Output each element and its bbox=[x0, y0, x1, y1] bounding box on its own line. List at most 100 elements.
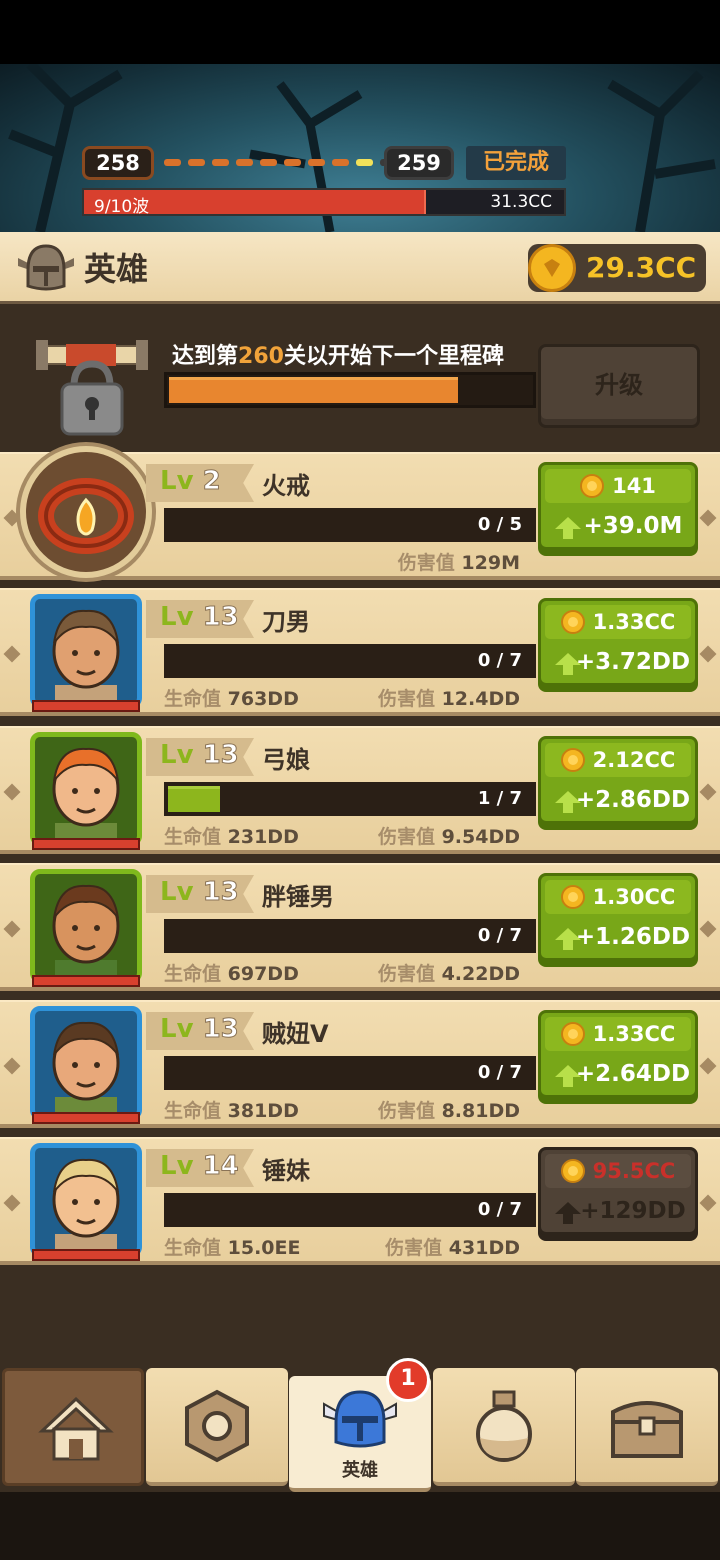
wave-dot bbox=[284, 159, 301, 166]
upgrade-gain: +3.72DD bbox=[575, 649, 691, 675]
hero-hp: 生命值 763DD bbox=[164, 688, 299, 710]
wave-dot bbox=[308, 159, 325, 166]
hero-level-progress-bar: 0 / 7 bbox=[164, 1193, 536, 1227]
upgrade-gain: +2.64DD bbox=[575, 1061, 691, 1087]
milestone-panel: 达到第260关以开始下一个里程碑 升级 bbox=[0, 308, 720, 448]
fire-ring-icon bbox=[38, 478, 134, 554]
hero-level-progress-bar: 0 / 7 bbox=[164, 919, 536, 953]
tab-chest[interactable] bbox=[576, 1368, 718, 1486]
wave-reward: 31.3CC bbox=[490, 192, 552, 212]
hero-portrait[interactable] bbox=[30, 869, 142, 983]
hero-portrait[interactable] bbox=[30, 1006, 142, 1120]
helmet-icon bbox=[323, 1390, 397, 1448]
stage-status-label[interactable]: 已完成 bbox=[466, 146, 566, 180]
stage-banner: 258 259 已完成 9/10波 31.3CC bbox=[0, 64, 720, 232]
hero-upgrade-button[interactable]: 1.30CC +1.26DD bbox=[538, 873, 698, 961]
upgrade-cost: 2.12CC bbox=[545, 743, 691, 777]
hero-hp: 生命值 381DD bbox=[164, 1100, 299, 1122]
hero-row[interactable]: Lv 13 贼妞V 0 / 7 生命值 381DD 伤害值 8.81DD 1.3… bbox=[0, 1000, 720, 1128]
hero-damage: 伤害值 9.54DD bbox=[377, 826, 520, 848]
wave-dot bbox=[188, 159, 205, 166]
tab-home[interactable] bbox=[2, 1368, 144, 1486]
hero-level-progress-bar: 0 / 5 bbox=[164, 508, 536, 542]
hero-level-progress-bar: 0 / 7 bbox=[164, 644, 536, 678]
notification-badge: 1 bbox=[386, 1358, 430, 1402]
milestone-progress-fill bbox=[169, 377, 458, 403]
settings-nut-icon bbox=[185, 1389, 249, 1463]
upgrade-cost: 1.33CC bbox=[545, 605, 691, 639]
current-stage-number: 258 bbox=[82, 146, 154, 180]
potion-icon bbox=[476, 1390, 532, 1462]
upgrade-cost: 141 bbox=[545, 469, 691, 503]
hero-upgrade-button[interactable]: 1.33CC +3.72DD bbox=[538, 598, 698, 686]
upgrade-cost: 1.30CC bbox=[545, 880, 691, 914]
bottom-nav: 英雄 bbox=[0, 1362, 720, 1492]
hero-level: Lv 13 bbox=[160, 740, 239, 771]
upgrade-gain: +2.86DD bbox=[575, 787, 691, 813]
heroes-header: 英雄 29.3CC bbox=[0, 232, 720, 304]
coin-icon bbox=[528, 244, 576, 292]
bottom-strip bbox=[0, 1492, 720, 1560]
hero-name: 火戒 bbox=[262, 472, 310, 500]
upgrade-gain: +129DD bbox=[580, 1198, 686, 1224]
milestone-level: 260 bbox=[238, 344, 284, 369]
coin-icon bbox=[560, 748, 585, 772]
wave-dot bbox=[236, 159, 253, 166]
upgrade-cost: 1.33CC bbox=[545, 1017, 691, 1051]
hero-level: Lv 13 bbox=[160, 602, 239, 633]
hero-name: 弓娘 bbox=[262, 746, 310, 774]
next-stage-number: 259 bbox=[384, 146, 454, 180]
helmet-icon bbox=[18, 244, 74, 291]
hero-name: 胖锤男 bbox=[262, 883, 334, 911]
hero-upgrade-button[interactable]: 2.12CC +2.86DD bbox=[538, 736, 698, 824]
hero-level-progress-bar: 1 / 7 bbox=[164, 782, 536, 816]
upgrade-cost: 95.5CC bbox=[545, 1154, 691, 1188]
hero-upgrade-button[interactable]: 95.5CC +129DD bbox=[538, 1147, 698, 1235]
hero-damage: 伤害值 8.81DD bbox=[377, 1100, 520, 1122]
gold-balance: 29.3CC bbox=[528, 244, 706, 292]
home-icon bbox=[38, 1396, 114, 1461]
tab-heroes-label: 英雄 bbox=[342, 1460, 378, 1481]
hero-row[interactable]: Lv 13 弓娘 1 / 7 生命值 231DD 伤害值 9.54DD 2.12… bbox=[0, 726, 720, 854]
hero-portrait[interactable] bbox=[30, 594, 142, 708]
wave-dot bbox=[164, 159, 181, 166]
hero-name: 贼妞V bbox=[262, 1020, 329, 1048]
wave-progress-bar: 9/10波 31.3CC bbox=[82, 188, 566, 217]
hero-portrait-ring[interactable] bbox=[20, 446, 152, 578]
status-bar bbox=[0, 0, 720, 64]
hero-row[interactable]: Lv 14 锤妹 0 / 7 生命值 15.0EE 伤害值 431DD 95.5… bbox=[0, 1137, 720, 1265]
wave-dot-current bbox=[356, 159, 373, 166]
upgrade-gain: +39.0M bbox=[583, 513, 683, 539]
hero-level-progress-bar: 0 / 7 bbox=[164, 1056, 536, 1090]
hero-hp: 生命值 231DD bbox=[164, 826, 299, 848]
scroll-lock-icon bbox=[36, 340, 148, 436]
hero-health-bar bbox=[32, 1249, 140, 1261]
hero-health-bar bbox=[32, 700, 140, 712]
page-title: 英雄 bbox=[84, 250, 149, 288]
tab-potions[interactable] bbox=[433, 1368, 575, 1486]
hero-row[interactable]: Lv 13 胖锤男 0 / 7 生命值 697DD 伤害值 4.22DD 1.3… bbox=[0, 863, 720, 991]
coin-icon bbox=[560, 1159, 585, 1183]
hero-level: Lv 14 bbox=[160, 1151, 239, 1182]
wave-dot bbox=[332, 159, 349, 166]
hero-hp: 生命值 697DD bbox=[164, 963, 299, 985]
hero-portrait[interactable] bbox=[30, 1143, 142, 1257]
tab-upgrades[interactable] bbox=[146, 1368, 288, 1486]
hero-level-progress-text: 0 / 7 bbox=[477, 1199, 522, 1220]
hero-level-progress-fill bbox=[168, 786, 220, 812]
hero-portrait[interactable] bbox=[30, 732, 142, 846]
hero-health-bar bbox=[32, 975, 140, 987]
coin-icon bbox=[560, 610, 585, 634]
hero-level: Lv 13 bbox=[160, 1014, 239, 1045]
hero-row[interactable]: Lv 13 刀男 0 / 7 生命值 763DD 伤害值 12.4DD 1.33… bbox=[0, 588, 720, 716]
upgrade-gain: +1.26DD bbox=[575, 924, 691, 950]
hero-upgrade-button[interactable]: 141 +39.0M bbox=[538, 462, 698, 550]
hero-health-bar bbox=[32, 1112, 140, 1124]
milestone-upgrade-button[interactable]: 升级 bbox=[538, 344, 700, 428]
hero-name: 锤妹 bbox=[262, 1157, 310, 1185]
hero-row[interactable]: Lv 2 火戒 0 / 5 伤害值 129M 141 +39.0M bbox=[0, 446, 720, 580]
hero-upgrade-button[interactable]: 1.33CC +2.64DD bbox=[538, 1010, 698, 1098]
stage-wave-dots bbox=[164, 159, 397, 166]
coin-icon bbox=[580, 474, 605, 498]
hero-level-progress-text: 0 / 5 bbox=[477, 514, 522, 535]
